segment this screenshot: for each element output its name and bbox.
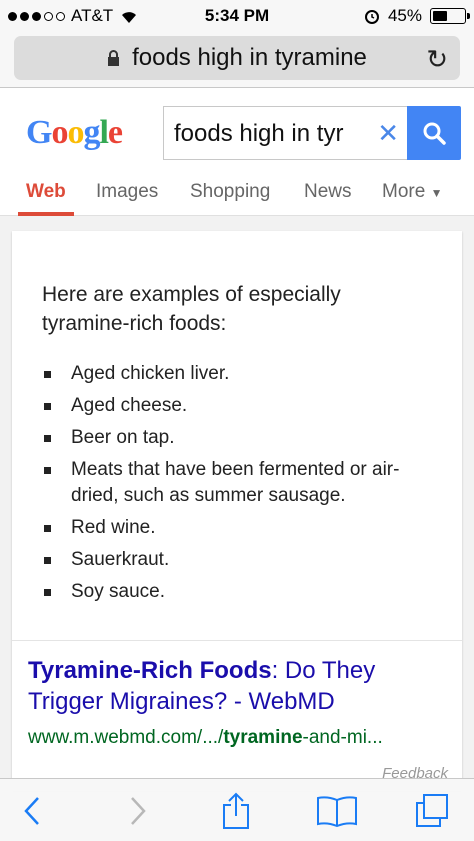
- status-bar: AT&T 5:34 PM 45%: [0, 0, 474, 32]
- share-icon: [223, 792, 249, 829]
- alarm-icon: [364, 10, 379, 24]
- logo-letter: o: [67, 114, 84, 151]
- tab-more-label: More: [382, 181, 426, 202]
- tabs-icon: [416, 794, 448, 827]
- divider: [12, 640, 462, 641]
- share-button[interactable]: [216, 791, 256, 831]
- lock-icon: [108, 49, 120, 66]
- tab-shopping[interactable]: Shopping: [190, 181, 270, 203]
- tab-more[interactable]: More ▼: [382, 181, 442, 203]
- tab-images[interactable]: Images: [96, 181, 158, 203]
- list-item: Sauerkraut.: [42, 547, 442, 573]
- forward-icon: [131, 797, 146, 825]
- list-item: Aged chicken liver.: [42, 361, 442, 387]
- back-icon: [24, 797, 39, 825]
- logo-letter: e: [107, 114, 123, 151]
- address-bar[interactable]: foods high in tyramine ↻: [14, 36, 460, 80]
- list-item: Red wine.: [42, 515, 442, 541]
- search-tabs: Web Images Shopping News More ▼: [0, 168, 474, 216]
- result-url-suffix: -and-mi...: [302, 727, 383, 748]
- browser-address-area: foods high in tyramine ↻: [0, 32, 474, 88]
- battery-percent: 45%: [387, 6, 422, 25]
- logo-letter: g: [83, 114, 100, 151]
- bookmarks-button[interactable]: [314, 791, 360, 831]
- list-item: Aged cheese.: [42, 393, 442, 419]
- battery-icon: [430, 8, 470, 24]
- browser-toolbar: [0, 778, 474, 841]
- tab-news[interactable]: News: [304, 181, 352, 203]
- search-icon: [423, 122, 446, 145]
- result-url-bold: tyramine: [223, 727, 303, 748]
- answer-intro: Here are examples of especially tyramine…: [42, 283, 341, 335]
- result-url[interactable]: www.m.webmd.com/.../tyramine-and-mi...: [28, 727, 383, 749]
- logo-letter: l: [99, 114, 109, 151]
- list-item: Soy sauce.: [42, 579, 442, 605]
- food-list: Aged chicken liver. Aged cheese. Beer on…: [42, 361, 442, 611]
- active-tab-indicator: [18, 212, 74, 216]
- back-button[interactable]: [12, 791, 52, 831]
- search-button[interactable]: [407, 106, 461, 160]
- answer-card: Here are examples of especially tyramine…: [12, 231, 462, 791]
- result-title-bold: Tyramine-Rich Foods: [28, 657, 272, 684]
- clear-icon[interactable]: ✕: [373, 118, 399, 149]
- bookmarks-icon: [317, 796, 357, 827]
- google-header: Google foods high in tyr ✕: [0, 88, 474, 168]
- list-item: Beer on tap.: [42, 425, 442, 451]
- address-text: foods high in tyramine: [132, 44, 367, 71]
- logo-letter: o: [51, 114, 68, 151]
- search-input-value: foods high in tyr: [174, 120, 344, 147]
- tab-web[interactable]: Web: [26, 181, 66, 203]
- google-doodle-logo[interactable]: Google: [26, 114, 123, 152]
- result-url-prefix: www.m.webmd.com/.../: [28, 727, 224, 748]
- logo-letter: G: [26, 114, 52, 151]
- tabs-button[interactable]: [412, 791, 452, 831]
- list-item: Meats that have been fermented or air-dr…: [42, 457, 442, 509]
- search-input[interactable]: foods high in tyr ✕: [163, 106, 407, 160]
- forward-button[interactable]: [118, 791, 158, 831]
- result-title-link[interactable]: Tyramine-Rich Foods: Do They Trigger Mig…: [28, 655, 448, 717]
- reload-icon[interactable]: ↻: [426, 44, 448, 75]
- dropdown-arrow-icon: ▼: [430, 186, 443, 200]
